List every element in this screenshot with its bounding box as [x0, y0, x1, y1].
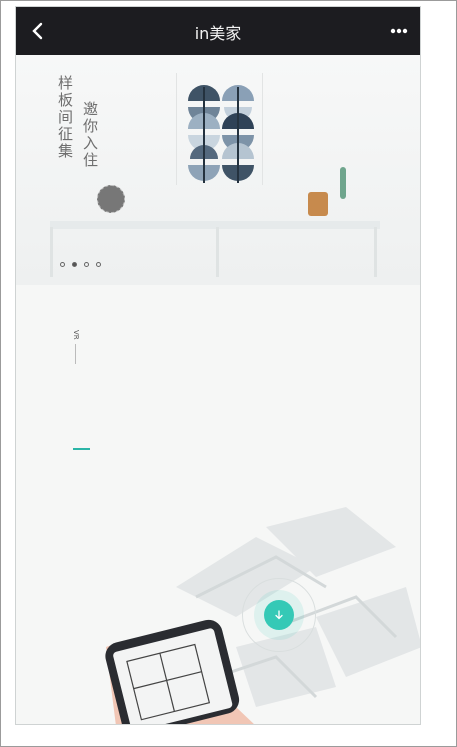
floorplan-illustration: [105, 507, 420, 724]
hero-banner[interactable]: 样板间征集 邀你入住: [16, 55, 420, 285]
wall-art-image: [188, 85, 254, 183]
vr-label: VR: [72, 330, 80, 340]
banner-headline: 样板间征集: [56, 75, 74, 160]
scroll-down-button[interactable]: [264, 600, 294, 630]
banner-subline: 邀你入住: [81, 101, 99, 169]
carousel-dot[interactable]: [96, 262, 101, 267]
window-frame: in美家 样板间征集 邀你入住 VR: [0, 0, 457, 747]
phone-viewport: in美家 样板间征集 邀你入住 VR: [15, 6, 421, 725]
label-underline: [75, 344, 76, 364]
shelf-leg: [216, 227, 219, 277]
decorative-circle: [97, 185, 125, 213]
vase-decor: [308, 192, 328, 216]
carousel-indicators: [60, 262, 101, 267]
shelf-leg: [50, 227, 53, 277]
divider-line: [176, 73, 177, 185]
carousel-dot-active[interactable]: [72, 262, 77, 267]
more-dots-icon: [390, 28, 408, 34]
shelf: [50, 221, 380, 229]
page-title: in美家: [194, 24, 242, 43]
divider-line: [262, 73, 263, 185]
carousel-dot[interactable]: [60, 262, 65, 267]
cactus-decor: [340, 167, 346, 199]
accent-dash: [73, 448, 90, 450]
carousel-dot[interactable]: [84, 262, 89, 267]
arrow-down-icon: [275, 610, 283, 620]
navigation-bar: in美家: [16, 7, 420, 55]
shelf-leg: [374, 227, 377, 277]
more-menu-button[interactable]: [388, 21, 410, 41]
